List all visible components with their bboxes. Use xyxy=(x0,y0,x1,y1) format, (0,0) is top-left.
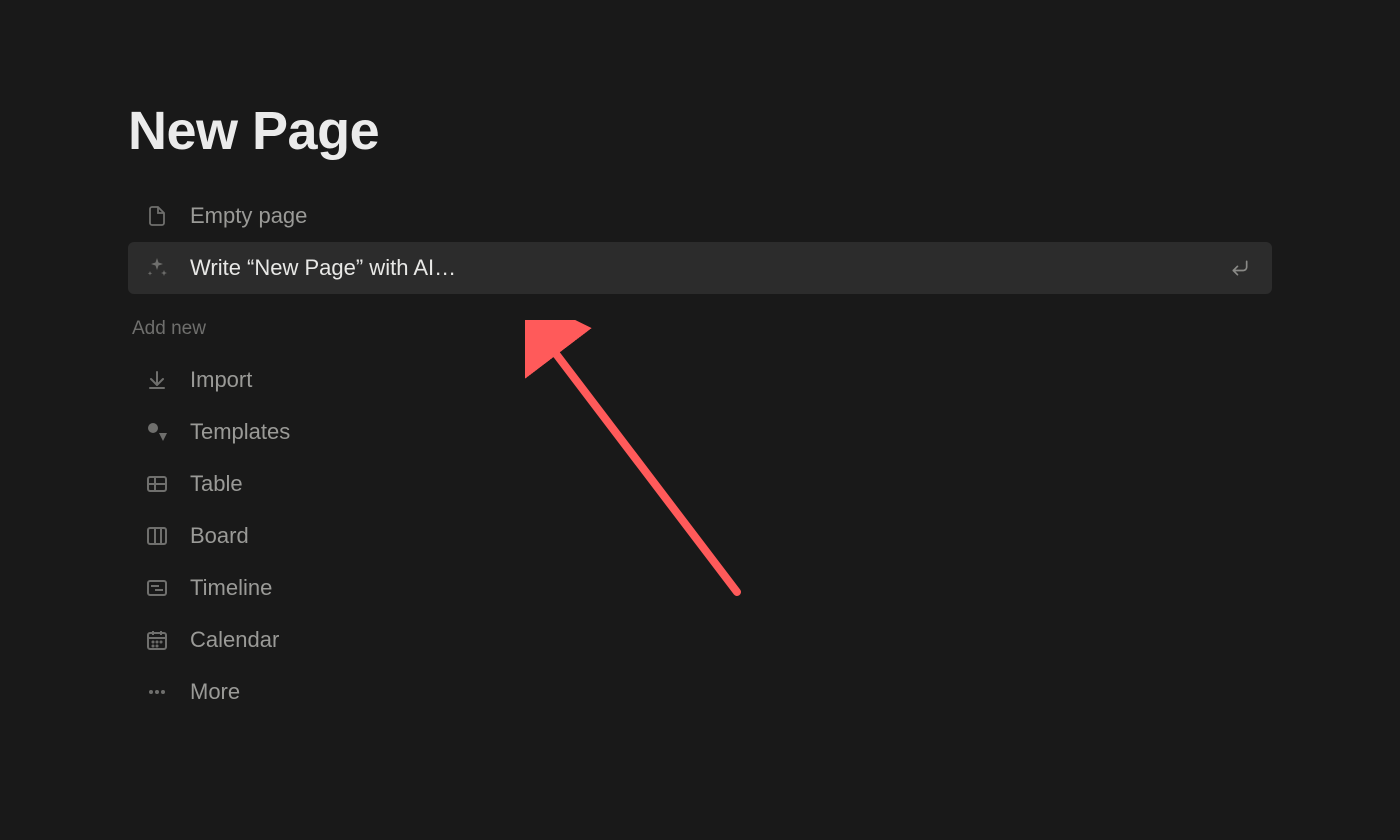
top-menu: Empty page Write “New Page” with AI… xyxy=(128,190,1272,294)
menu-item-board[interactable]: Board xyxy=(128,510,1272,562)
add-new-menu: Import Templates Table xyxy=(128,354,1272,718)
menu-item-label: Board xyxy=(190,523,1256,549)
menu-item-label: Calendar xyxy=(190,627,1256,653)
sparkle-icon xyxy=(144,255,170,281)
download-icon xyxy=(144,367,170,393)
menu-item-label: Write “New Page” with AI… xyxy=(190,255,1210,281)
page-icon xyxy=(144,203,170,229)
menu-item-timeline[interactable]: Timeline xyxy=(128,562,1272,614)
menu-item-write-with-ai[interactable]: Write “New Page” with AI… xyxy=(128,242,1272,294)
menu-item-label: More xyxy=(190,679,1256,705)
menu-item-templates[interactable]: Templates xyxy=(128,406,1272,458)
board-icon xyxy=(144,523,170,549)
shapes-icon xyxy=(144,419,170,445)
menu-item-label: Table xyxy=(190,471,1256,497)
page-content: New Page Empty page Write “New Page” w xyxy=(0,0,1400,718)
table-icon xyxy=(144,471,170,497)
menu-item-empty-page[interactable]: Empty page xyxy=(128,190,1272,242)
menu-item-label: Empty page xyxy=(190,203,1256,229)
menu-item-import[interactable]: Import xyxy=(128,354,1272,406)
menu-item-label: Import xyxy=(190,367,1256,393)
section-header-add-new: Add new xyxy=(128,294,1272,354)
menu-item-label: Templates xyxy=(190,419,1256,445)
page-title[interactable]: New Page xyxy=(128,100,1272,162)
menu-item-label: Timeline xyxy=(190,575,1256,601)
more-icon xyxy=(144,679,170,705)
menu-item-more[interactable]: More xyxy=(128,666,1272,718)
timeline-icon xyxy=(144,575,170,601)
enter-icon xyxy=(1230,258,1256,278)
menu-item-table[interactable]: Table xyxy=(128,458,1272,510)
calendar-icon xyxy=(144,627,170,653)
menu-item-calendar[interactable]: Calendar xyxy=(128,614,1272,666)
